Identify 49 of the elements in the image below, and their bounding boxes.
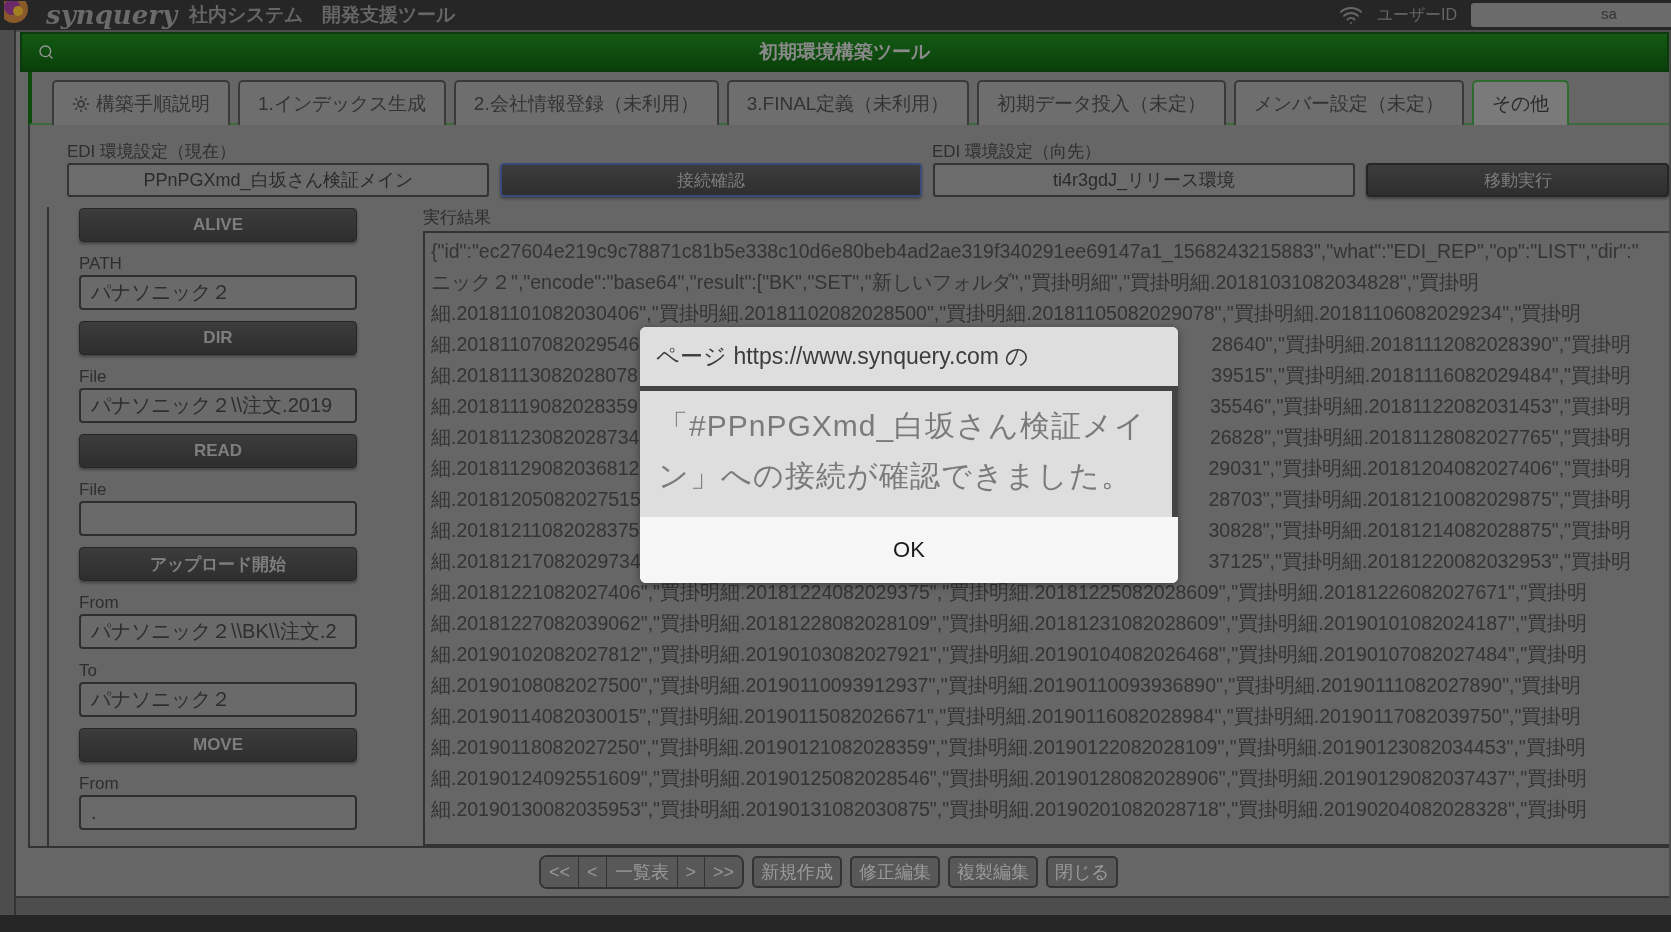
tab[interactable]: 初期データ投入（未定） (977, 80, 1227, 125)
env-select[interactable]: PPnPGXmd_白坂さん検証メイン (67, 163, 489, 197)
field-label: PATH (79, 253, 123, 275)
action-button[interactable]: READ (79, 434, 357, 468)
env-select[interactable]: ti4r3gdJ_リリース環境 (933, 163, 1355, 197)
move-button[interactable]: 移動実行 (1366, 163, 1669, 197)
panel-title: 初期環境構築ツール (759, 40, 930, 64)
action-button[interactable]: ALIVE (79, 208, 357, 242)
field-label: File (79, 366, 108, 388)
search-icon[interactable] (38, 44, 54, 60)
input-field[interactable] (79, 501, 357, 536)
input-field[interactable]: パナソニック２\\BK\\注文.2 (79, 614, 357, 649)
field-label: From (79, 773, 120, 795)
app-logo: synquery (46, 1, 178, 29)
check-button[interactable]: 接続確認 (500, 163, 922, 197)
dialog-title: ページ https://www.synquery.com の (656, 342, 1030, 371)
pager-button[interactable]: >> (704, 857, 743, 887)
dialog-message: 「#PPnPGXmd_白坂さん検証メイン」への接続が確認できました。 (658, 408, 1148, 494)
input-field[interactable]: パナソニック２ (79, 275, 357, 310)
env-label: EDI 環境設定（現在） (67, 141, 238, 163)
footer-button[interactable]: 修正編集 (850, 856, 941, 888)
action-button[interactable]: DIR (79, 321, 357, 355)
app-subtitle: 社内システム 開発支援ツール (189, 3, 456, 27)
sun-icon (72, 94, 90, 113)
tab[interactable]: 構築手順説明 (52, 80, 230, 125)
action-button[interactable]: MOVE (79, 728, 357, 762)
result-label: 実行結果 (423, 207, 492, 229)
footer-button[interactable]: 新規作成 (752, 856, 843, 888)
field-label: From (79, 592, 120, 614)
pager-button[interactable]: > (676, 857, 704, 887)
input-field[interactable]: パナソニック２\\注文.2019 (79, 388, 357, 423)
user-id-field[interactable]: sa (1471, 3, 1671, 27)
tab[interactable]: 1.インデックス生成 (238, 80, 446, 125)
tab[interactable]: 3.FINAL定義（未利用） (726, 80, 970, 125)
tab[interactable]: 2.会社情報登録（未利用） (453, 80, 719, 125)
input-field[interactable]: パナソニック２ (79, 682, 357, 717)
footer-button[interactable]: 複製編集 (948, 856, 1039, 888)
tab[interactable]: メンバー設定（未定） (1234, 80, 1465, 125)
action-button[interactable]: アップロード開始 (79, 547, 357, 581)
user-label: ユーザーID (1377, 4, 1457, 25)
footer-button[interactable]: 閉じる (1046, 856, 1119, 888)
env-label: EDI 環境設定（向先） (932, 141, 1103, 163)
pager-button[interactable]: << (540, 857, 578, 887)
field-label: To (79, 660, 98, 682)
pager-button[interactable]: < (578, 857, 606, 887)
ok-button[interactable]: OK (640, 517, 1178, 583)
tab[interactable]: その他 (1472, 80, 1570, 125)
input-field[interactable]: . (79, 795, 357, 830)
field-label: File (79, 479, 108, 501)
